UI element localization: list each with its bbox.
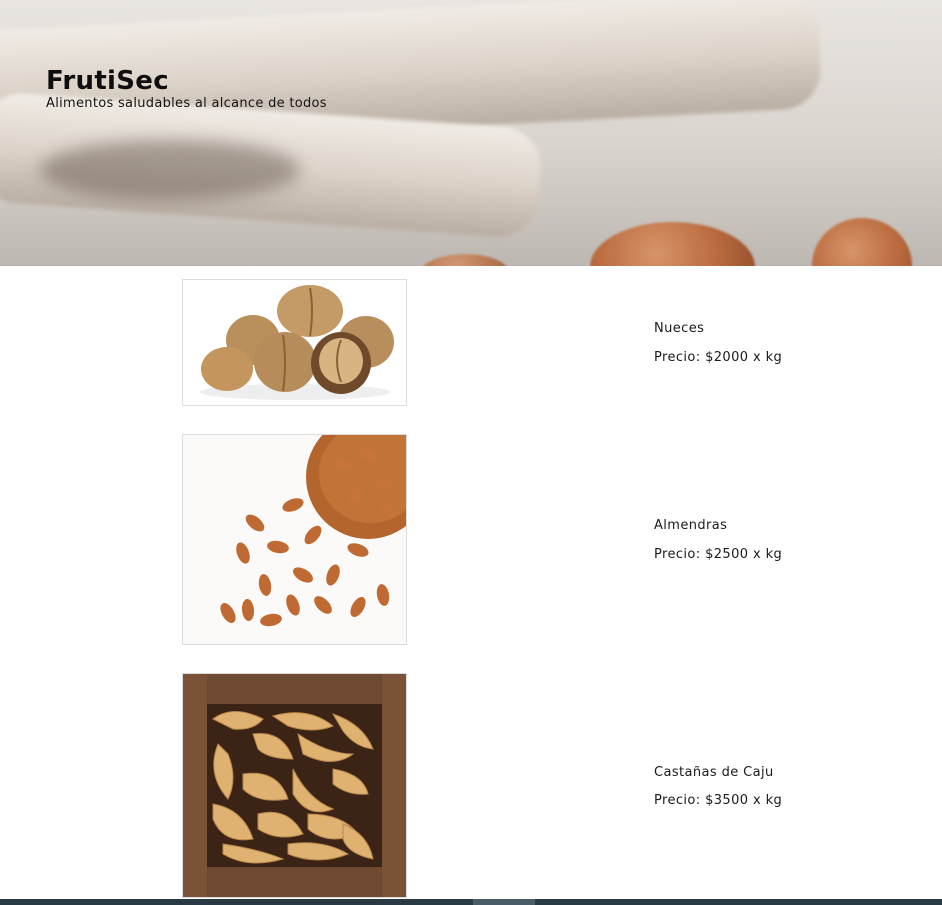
footer-bar: [0, 899, 942, 905]
footer-tab[interactable]: [473, 899, 535, 905]
product-price: Precio: $2500 x kg: [654, 547, 783, 562]
product-price: Precio: $3500 x kg: [654, 793, 783, 808]
hero-banner: FrutiSec Alimentos saludables al alcance…: [0, 0, 942, 266]
cloth-shadow: [40, 140, 300, 200]
nut-decoration: [420, 254, 510, 266]
almonds-image: [182, 434, 407, 645]
cashews-image: [182, 673, 407, 898]
site-title: FrutiSec: [46, 66, 169, 96]
site-subtitle: Alimentos saludables al alcance de todos: [46, 96, 327, 111]
walnuts-image: [182, 279, 407, 406]
product-name: Castañas de Caju: [654, 765, 774, 780]
product-price: Precio: $2000 x kg: [654, 350, 783, 365]
product-name: Almendras: [654, 518, 728, 533]
nut-decoration: [812, 218, 912, 266]
product-name: Nueces: [654, 321, 705, 336]
nut-decoration: [590, 222, 755, 266]
